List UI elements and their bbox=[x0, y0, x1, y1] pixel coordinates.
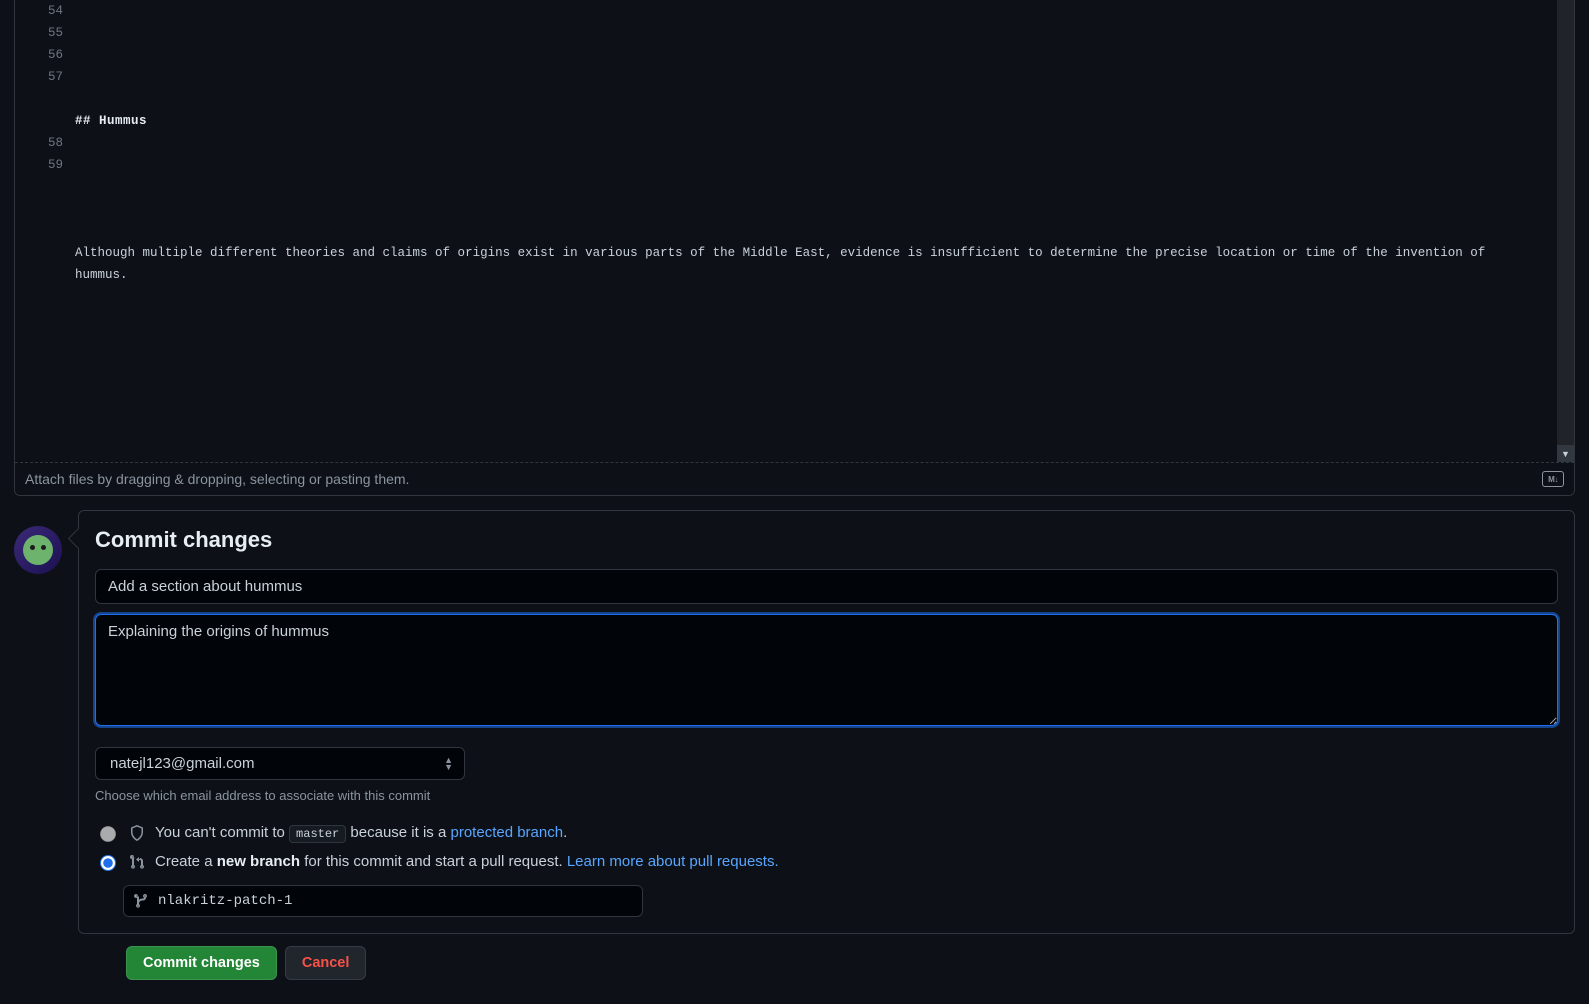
commit-heading: Commit changes bbox=[95, 527, 1558, 553]
radio-b-text: Create a new branch for this commit and … bbox=[155, 853, 779, 870]
line-number-gutter: 54 55 56 57 58 59 bbox=[15, 0, 75, 462]
scroll-down-button[interactable]: ▼ bbox=[1557, 445, 1574, 462]
new-branch-name-input[interactable] bbox=[123, 885, 643, 917]
learn-pr-link[interactable]: Learn more about pull requests. bbox=[567, 853, 779, 870]
code-editor: 54 55 56 57 58 59 ## Hummus Although mul… bbox=[14, 0, 1575, 496]
protected-branch-link[interactable]: protected branch bbox=[451, 824, 564, 841]
commit-description-input[interactable] bbox=[95, 614, 1558, 726]
markdown-icon[interactable]: M↓ bbox=[1542, 471, 1564, 487]
editor-scrollbar[interactable]: ▼ bbox=[1557, 0, 1574, 462]
editor-content[interactable]: ## Hummus Although multiple different th… bbox=[75, 0, 1574, 462]
editor-footer: Attach files by dragging & dropping, sel… bbox=[15, 462, 1574, 495]
shield-icon bbox=[129, 825, 145, 841]
radio-commit-direct-input[interactable] bbox=[100, 826, 116, 842]
radio-new-branch[interactable]: Create a new branch for this commit and … bbox=[95, 852, 1558, 871]
branch-choice-group: You can't commit to master because it is… bbox=[95, 823, 1558, 917]
commit-changes-button[interactable]: Commit changes bbox=[126, 946, 277, 980]
radio-commit-direct[interactable]: You can't commit to master because it is… bbox=[95, 823, 1558, 842]
git-branch-icon bbox=[133, 893, 149, 909]
radio-a-text: You can't commit to master because it is… bbox=[155, 824, 567, 841]
commit-summary-input[interactable] bbox=[95, 569, 1558, 604]
email-help-text: Choose which email address to associate … bbox=[95, 788, 1558, 803]
form-actions: Commit changes Cancel bbox=[0, 934, 1589, 1004]
radio-new-branch-input[interactable] bbox=[100, 855, 116, 871]
pull-request-icon bbox=[129, 854, 145, 870]
commit-section: Commit changes natejl123@gmail.com ▲▼ Ch… bbox=[0, 510, 1589, 934]
attach-files-hint[interactable]: Attach files by dragging & dropping, sel… bbox=[25, 471, 409, 487]
new-branch-name-wrap bbox=[123, 885, 643, 917]
editor-body[interactable]: 54 55 56 57 58 59 ## Hummus Although mul… bbox=[15, 0, 1574, 462]
cancel-button[interactable]: Cancel bbox=[285, 946, 367, 980]
commit-email-select[interactable]: natejl123@gmail.com bbox=[95, 747, 465, 780]
commit-form: Commit changes natejl123@gmail.com ▲▼ Ch… bbox=[78, 510, 1575, 934]
master-branch-code: master bbox=[289, 825, 346, 843]
avatar[interactable] bbox=[14, 526, 62, 574]
